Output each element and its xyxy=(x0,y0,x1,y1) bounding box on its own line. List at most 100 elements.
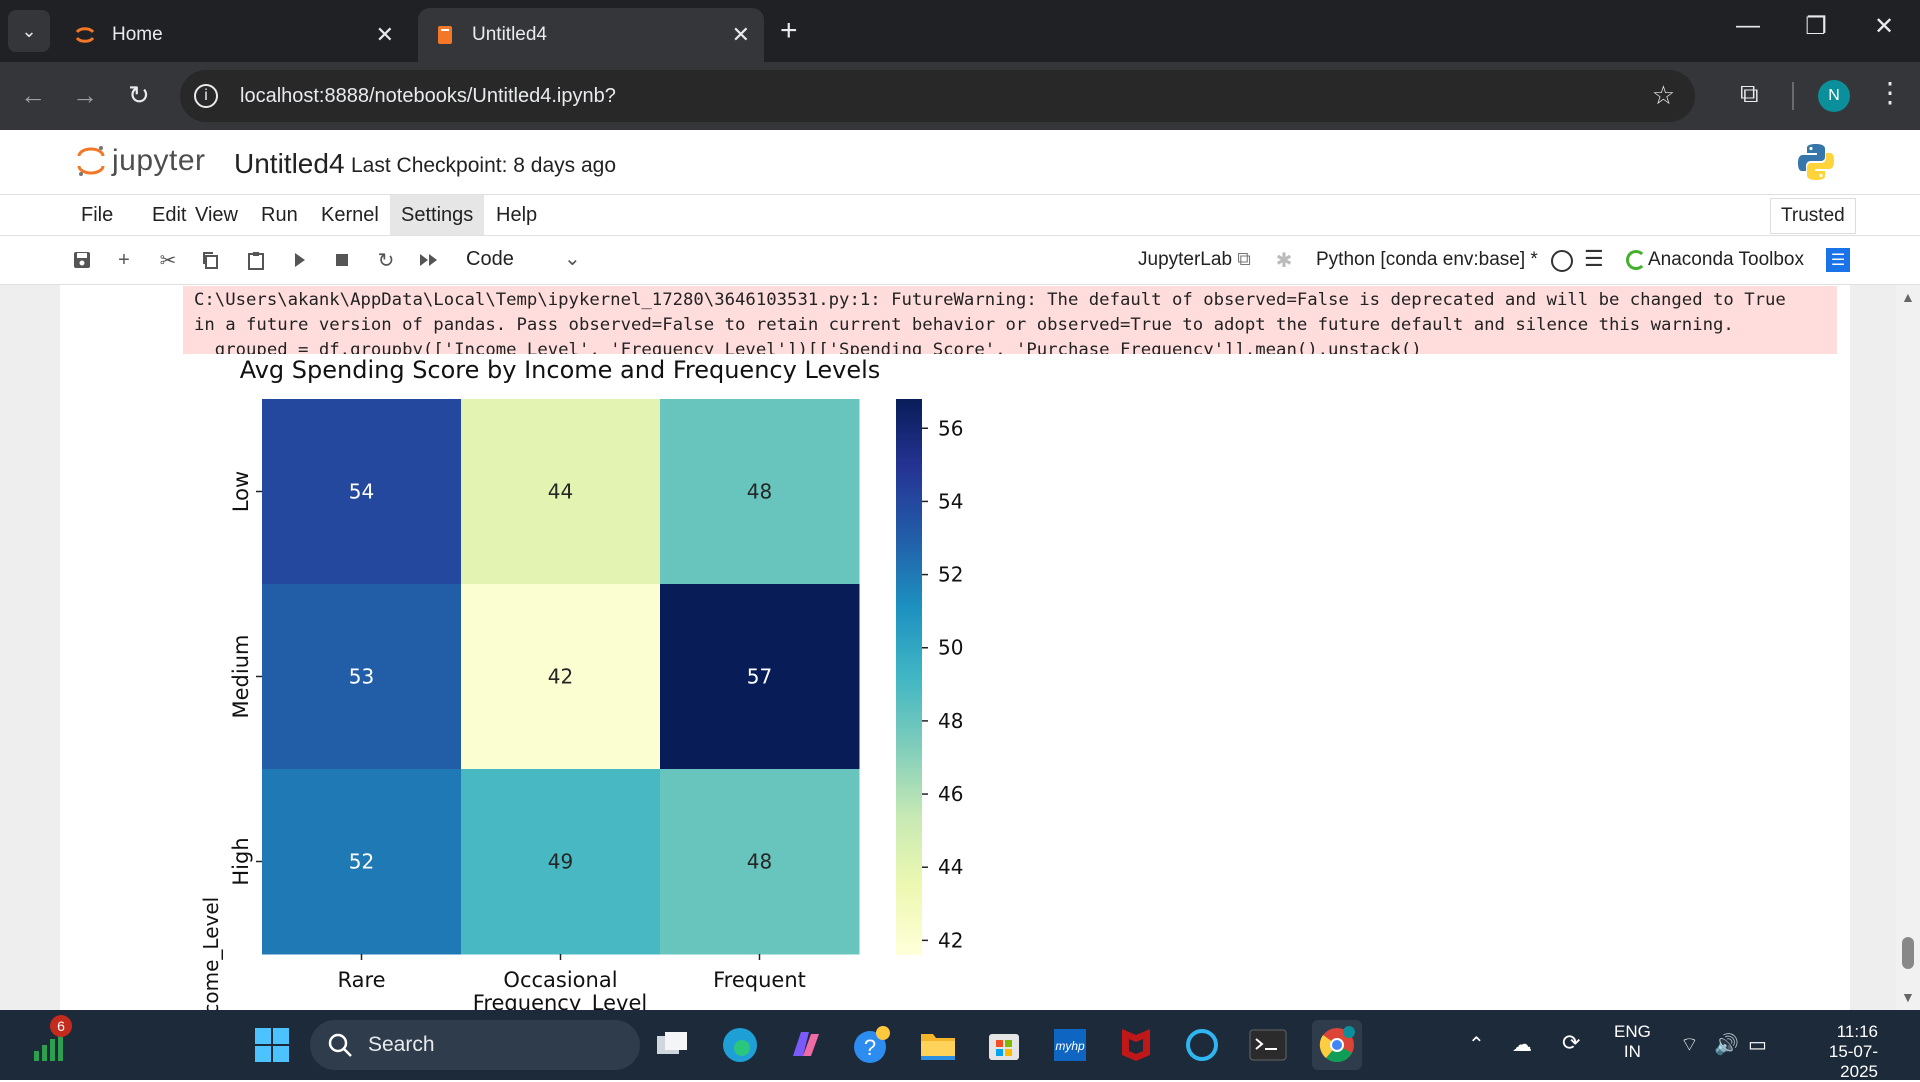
property-inspector-icon[interactable]: ☰ xyxy=(1826,248,1850,272)
language-indicator[interactable]: ENG IN xyxy=(1614,1022,1651,1062)
more-menu-icon[interactable]: ⋮ xyxy=(1876,76,1904,109)
cut-icon[interactable]: ✂ xyxy=(154,246,182,274)
menu-help[interactable]: Help xyxy=(485,195,548,235)
get-help-icon[interactable]: ? xyxy=(850,1023,894,1067)
language-code: ENG xyxy=(1614,1022,1651,1041)
x-tick-label: Frequent xyxy=(713,968,806,992)
extensions-icon[interactable]: ⧉ xyxy=(1740,78,1759,110)
site-info-icon[interactable]: i xyxy=(194,84,218,108)
stop-icon[interactable] xyxy=(328,246,356,274)
clock-date: 15-07-2025 xyxy=(1828,1042,1878,1081)
menu-kernel[interactable]: Kernel xyxy=(310,195,390,235)
search-icon xyxy=(328,1033,352,1057)
paste-icon[interactable] xyxy=(242,246,270,274)
menu-view[interactable]: View xyxy=(184,195,249,235)
task-view-icon[interactable] xyxy=(650,1023,694,1067)
notebook-content-area: C:\Users\akank\AppData\Local\Temp\ipyker… xyxy=(0,285,1920,1010)
copilot-icon[interactable] xyxy=(784,1023,828,1067)
y-tick-label: High xyxy=(229,837,253,885)
anaconda-toolbox-label: Anaconda Toolbox xyxy=(1648,249,1804,270)
cell-type-select[interactable]: Code xyxy=(466,248,514,271)
tab-untitled4[interactable]: Untitled4 ✕ xyxy=(418,8,764,62)
x-axis-label: Frequency_Level xyxy=(473,991,647,1010)
address-bar[interactable]: i localhost:8888/notebooks/Untitled4.ipy… xyxy=(180,70,1695,122)
minimize-icon[interactable]: — xyxy=(1728,12,1768,40)
toolbar-divider xyxy=(1792,82,1794,110)
colorbar-tick-label: 46 xyxy=(938,782,963,806)
run-icon[interactable] xyxy=(286,246,314,274)
back-icon[interactable]: ← xyxy=(20,80,46,111)
sync-icon[interactable]: ⟳ xyxy=(1562,1030,1580,1056)
microsoft-store-icon[interactable] xyxy=(982,1023,1026,1067)
windows-taskbar: 6 Search ? myhp ⌃ ☁ ⟳ ENG IN ⌔ 🔊 ▭ 11:16 1… xyxy=(0,1010,1920,1082)
mcafee-icon[interactable] xyxy=(1114,1023,1158,1067)
myhp-icon[interactable]: myhp xyxy=(1048,1023,1092,1067)
x-tick-label: Rare xyxy=(337,968,385,992)
copy-icon[interactable] xyxy=(196,246,224,274)
clock[interactable]: 11:16 15-07-2025 xyxy=(1796,1022,1878,1082)
chrome-icon[interactable] xyxy=(1312,1020,1362,1070)
colorbar-tick-label: 42 xyxy=(938,928,963,952)
cortana-icon[interactable] xyxy=(1180,1023,1224,1067)
tab-home[interactable]: Home ✕ xyxy=(58,8,408,62)
volume-icon[interactable]: 🔊 xyxy=(1714,1032,1739,1057)
chevron-down-icon[interactable]: ⌄ xyxy=(564,246,581,271)
cell-value-label: 53 xyxy=(349,665,374,689)
widgets-stock-icon[interactable]: 6 xyxy=(26,1015,72,1067)
x-axis-ticks: Rare Occasional Frequent xyxy=(337,954,806,992)
scrollbar-thumb[interactable] xyxy=(1902,937,1914,969)
save-icon[interactable] xyxy=(68,246,96,274)
battery-icon[interactable]: ▭ xyxy=(1748,1032,1767,1057)
close-icon[interactable]: ✕ xyxy=(376,22,394,48)
vertical-scrollbar[interactable]: ▲ ▼ xyxy=(1896,285,1920,1010)
jupyter-header: jupyter Untitled4 Last Checkpoint: 8 day… xyxy=(0,130,1920,195)
region-code: IN xyxy=(1623,1042,1641,1061)
scroll-up-arrow-icon[interactable]: ▲ xyxy=(1901,289,1915,305)
menu-run[interactable]: Run xyxy=(250,195,309,235)
edge-browser-icon[interactable] xyxy=(718,1023,762,1067)
trusted-indicator[interactable]: Trusted xyxy=(1770,198,1856,234)
taskbar-search[interactable]: Search xyxy=(310,1020,640,1070)
jupyter-logo[interactable]: jupyter xyxy=(76,144,206,178)
anaconda-ring-icon xyxy=(1626,250,1646,270)
close-window-icon[interactable]: ✕ xyxy=(1864,12,1904,41)
python-logo-icon xyxy=(1796,142,1836,187)
new-tab-button[interactable]: + xyxy=(780,14,798,48)
reload-icon[interactable]: ↻ xyxy=(128,80,150,111)
close-icon[interactable]: ✕ xyxy=(732,22,750,48)
colorbar-tick-label: 54 xyxy=(938,489,963,513)
chevron-up-icon[interactable]: ⌃ xyxy=(1468,1032,1485,1057)
file-explorer-icon[interactable] xyxy=(916,1023,960,1067)
anaconda-toolbox-button[interactable]: Anaconda Toolbox xyxy=(1626,249,1804,271)
kernel-menu-icon[interactable]: ☰ xyxy=(1584,246,1604,272)
restart-icon[interactable]: ↻ xyxy=(372,246,400,274)
colorbar xyxy=(896,399,922,955)
y-axis-label: Income_Level xyxy=(199,897,223,1010)
scroll-down-arrow-icon[interactable]: ▼ xyxy=(1901,989,1915,1005)
tab-search-button[interactable]: ⌄ xyxy=(8,10,50,52)
debugger-icon[interactable]: ✱ xyxy=(1270,246,1298,274)
kernel-name[interactable]: Python [conda env:base] * xyxy=(1316,249,1538,271)
colorbar-tick-label: 44 xyxy=(938,855,963,879)
notebook-title[interactable]: Untitled4 xyxy=(234,148,345,180)
restart-run-all-icon[interactable] xyxy=(416,246,444,274)
jupyterlab-link[interactable]: JupyterLab ⧉ xyxy=(1138,249,1251,271)
menu-settings[interactable]: Settings xyxy=(390,195,485,235)
forward-icon[interactable]: → xyxy=(72,80,98,111)
restore-icon[interactable]: ❐ xyxy=(1796,12,1836,41)
cell-value-label: 48 xyxy=(747,480,772,504)
windows-start-icon[interactable] xyxy=(250,1023,294,1067)
browser-nav-bar: ← → ↻ i localhost:8888/notebooks/Untitle… xyxy=(0,62,1920,130)
jupyterlab-link-label: JupyterLab xyxy=(1138,249,1233,270)
bookmark-star-icon[interactable]: ☆ xyxy=(1652,80,1675,111)
weather-cloud-icon[interactable]: ☁ xyxy=(1512,1032,1532,1057)
terminal-icon[interactable] xyxy=(1246,1023,1290,1067)
add-cell-icon[interactable]: + xyxy=(110,246,138,274)
chart-title: Avg Spending Score by Income and Frequen… xyxy=(240,356,881,384)
url-text[interactable]: localhost:8888/notebooks/Untitled4.ipynb… xyxy=(240,85,616,108)
y-tick-label: Medium xyxy=(229,635,253,719)
jupyter-logo-text: jupyter xyxy=(112,144,206,177)
wifi-icon[interactable]: ⌔ xyxy=(1680,1032,1699,1057)
menu-file[interactable]: File xyxy=(70,195,124,235)
profile-avatar[interactable]: N xyxy=(1818,80,1850,112)
